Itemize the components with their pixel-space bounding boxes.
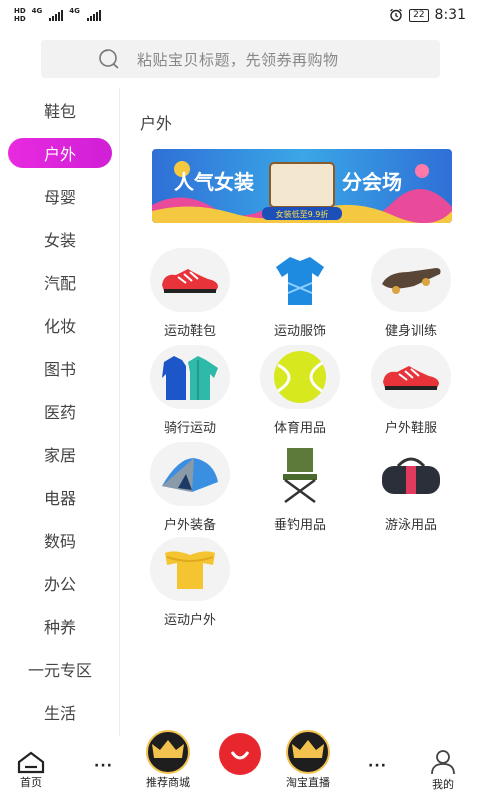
banner-headline-right: 分会场 xyxy=(342,170,402,194)
status-right: 22 8:31 xyxy=(389,7,466,23)
category-outdoor-gear[interactable]: 户外装备 xyxy=(140,442,240,533)
search-input[interactable]: 粘贴宝贝标题，先领券再购物 xyxy=(137,49,339,70)
network-2-label: 4G xyxy=(69,7,80,15)
sim-indicator: HD HD xyxy=(14,7,26,23)
duffel-bag-icon xyxy=(371,442,451,506)
banner-subtitle: 女装低至9.9折 xyxy=(276,209,329,219)
sidebar-item-office[interactable]: 办公 xyxy=(8,568,112,598)
sneaker-icon xyxy=(371,345,451,409)
signal-1-icon xyxy=(49,9,64,21)
category-fishing[interactable]: 垂钓用品 xyxy=(250,442,350,533)
promo-banner[interactable]: 人气女装 分会场 女装低至9.9折 xyxy=(152,149,452,223)
category-label: 垂钓用品 xyxy=(273,518,326,533)
sidebar-item-digital[interactable]: 数码 xyxy=(8,525,112,555)
nav-mine-label: 我的 xyxy=(432,778,454,791)
category-sports-outdoor[interactable]: 运动户外 xyxy=(140,537,240,628)
category-sportswear[interactable]: 运动服饰 xyxy=(250,248,350,339)
search-icon xyxy=(99,49,119,69)
status-left: HD HD 4G 4G xyxy=(14,7,101,23)
nav-mine[interactable]: 我的 xyxy=(428,748,458,792)
nav-recommend[interactable]: 推荐商城 xyxy=(140,730,196,790)
sidebar-item-medicine[interactable]: 医药 xyxy=(8,396,112,426)
more-dots-left-icon: ··· xyxy=(94,758,113,774)
sidebar-item-one-yuan[interactable]: 一元专区 xyxy=(8,654,112,684)
sidebar-item-shoes-bags[interactable]: 鞋包 xyxy=(8,95,112,125)
tennis-ball-icon xyxy=(260,345,340,409)
sim1-label: HD xyxy=(14,7,26,15)
sidebar-item-gardening[interactable]: 种养 xyxy=(8,611,112,641)
category-swimming[interactable]: 游泳用品 xyxy=(361,442,461,533)
alarm-icon xyxy=(390,8,403,22)
nav-live[interactable]: 淘宝直播 xyxy=(280,730,336,790)
category-label: 游泳用品 xyxy=(384,518,437,533)
category-cycling[interactable]: 骑行运动 xyxy=(140,345,240,436)
sim2-label: HD xyxy=(14,15,26,23)
category-label: 运动服饰 xyxy=(273,324,326,339)
jackets-icon xyxy=(150,345,230,409)
category-label: 体育用品 xyxy=(273,421,326,436)
user-icon xyxy=(431,750,455,775)
tent-icon xyxy=(150,442,230,506)
skateboard-icon xyxy=(371,248,451,312)
sidebar-item-books[interactable]: 图书 xyxy=(8,353,112,383)
sidebar-item-auto-parts[interactable]: 汽配 xyxy=(8,267,112,297)
category-sidebar: 鞋包 户外 母婴 女装 汽配 化妆 图书 医药 家居 电器 数码 办公 种养 一… xyxy=(0,88,120,736)
sidebar-item-womens-wear[interactable]: 女装 xyxy=(8,224,112,254)
nav-recommend-label: 推荐商城 xyxy=(146,776,190,789)
nav-home[interactable]: 首页 xyxy=(16,750,46,790)
category-label: 健身训练 xyxy=(384,324,437,339)
banner-headline-left: 人气女装 xyxy=(174,170,254,194)
category-sports-shoes[interactable]: 运动鞋包 xyxy=(140,248,240,339)
nav-live-label: 淘宝直播 xyxy=(286,776,330,789)
promo-banner-image: 人气女装 分会场 女装低至9.9折 xyxy=(152,149,452,223)
search-bar[interactable]: 粘贴宝贝标题，先领券再购物 xyxy=(41,40,440,78)
battery-indicator: 22 xyxy=(409,8,429,22)
blouse-icon xyxy=(150,537,230,601)
more-dots-right-icon: ··· xyxy=(368,758,387,774)
crown-icon xyxy=(286,730,330,774)
category-label: 户外装备 xyxy=(163,518,216,533)
sidebar-item-appliances[interactable]: 电器 xyxy=(8,482,112,512)
category-label: 运动户外 xyxy=(163,613,216,628)
sidebar-item-maternal-baby[interactable]: 母婴 xyxy=(8,181,112,211)
category-sporting-goods[interactable]: 体育用品 xyxy=(250,345,350,436)
category-label: 户外鞋服 xyxy=(384,421,437,436)
signal-2-icon xyxy=(86,9,101,21)
clock: 8:31 xyxy=(434,7,466,23)
status-bar: HD HD 4G 4G 22 8:31 xyxy=(0,0,480,30)
folding-chair-icon xyxy=(260,442,340,506)
network-1-label: 4G xyxy=(31,7,43,15)
category-label: 运动鞋包 xyxy=(163,324,216,339)
home-icon xyxy=(17,751,45,774)
sports-shirt-icon xyxy=(260,248,340,312)
sneaker-icon xyxy=(150,248,230,312)
nav-home-label: 首页 xyxy=(20,776,42,789)
nav-center-button[interactable] xyxy=(212,732,268,776)
category-outdoor-shoes-wear[interactable]: 户外鞋服 xyxy=(361,345,461,436)
crown-icon xyxy=(146,730,190,774)
category-label: 骑行运动 xyxy=(163,421,216,436)
category-fitness[interactable]: 健身训练 xyxy=(361,248,461,339)
smile-icon xyxy=(219,733,261,775)
sidebar-item-home[interactable]: 家居 xyxy=(8,439,112,469)
sidebar-item-life[interactable]: 生活 xyxy=(8,697,112,727)
sidebar-item-outdoor[interactable]: 户外 xyxy=(8,138,112,168)
sidebar-item-cosmetics[interactable]: 化妆 xyxy=(8,310,112,340)
category-title: 户外 xyxy=(140,114,173,133)
